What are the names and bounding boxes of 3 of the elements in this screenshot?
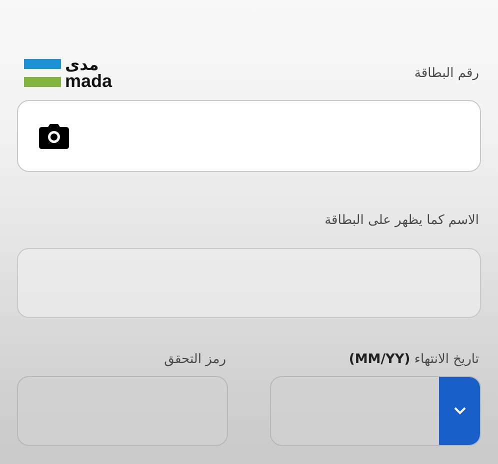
cvv-label: رمز التحقق: [163, 352, 227, 367]
card-number-label: رقم البطاقة: [414, 66, 480, 80]
cardholder-name-label: الاسم كما يظهر على البطاقة: [324, 212, 480, 228]
